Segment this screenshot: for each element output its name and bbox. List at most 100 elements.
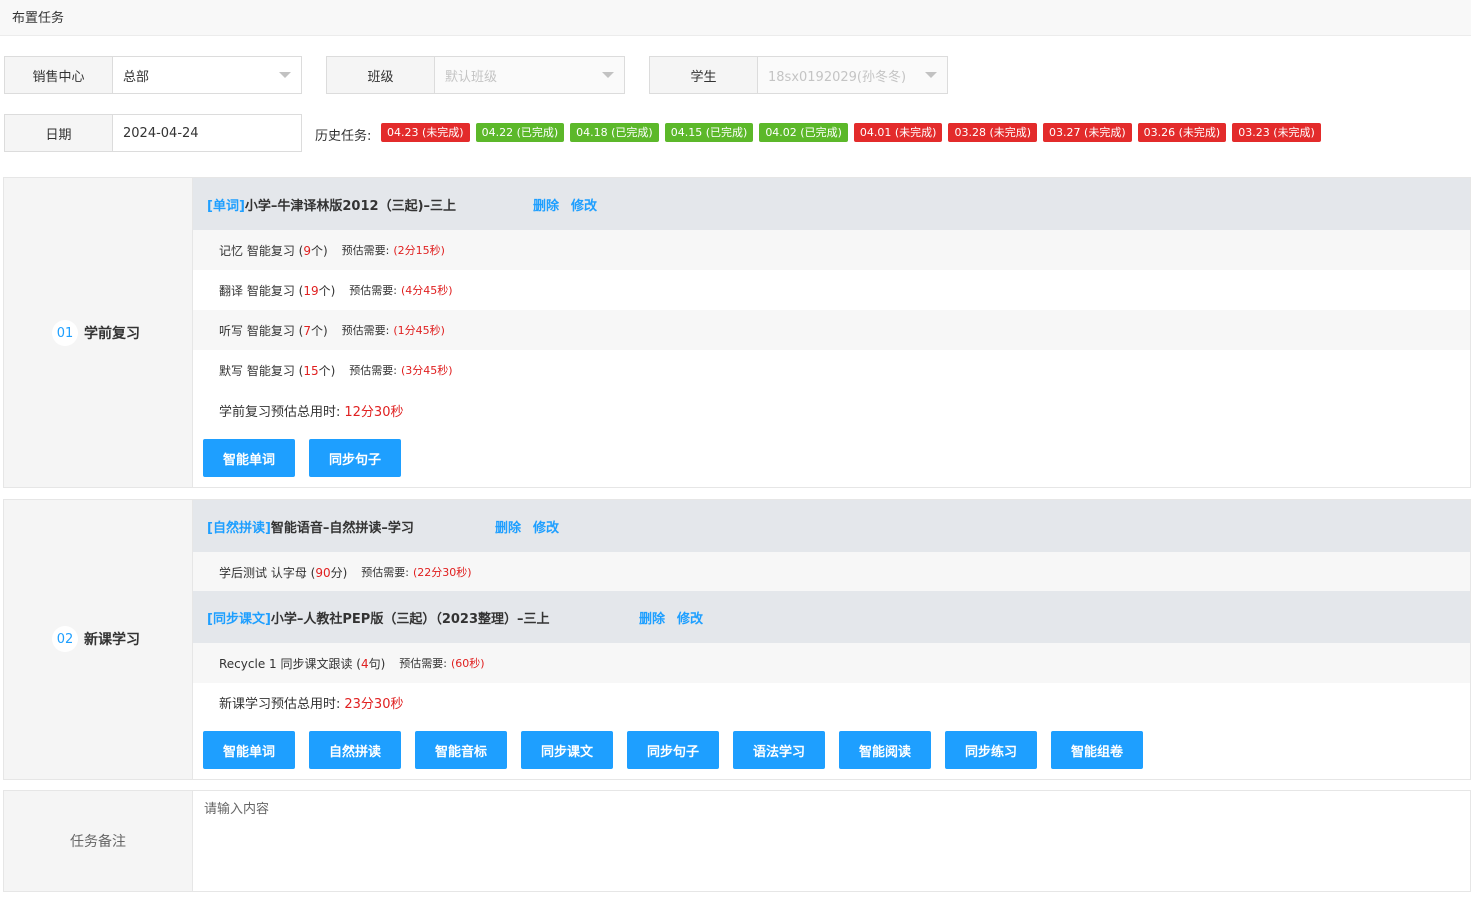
history-tag-list: 04.23 (未完成) 04.22 (已完成) 04.18 (已完成) 04.15 (… [381,123,1321,142]
section-name: 学前复习 [84,326,140,342]
edit-link[interactable]: 修改 [571,195,597,214]
sales-center-value[interactable]: 总部 [113,57,301,93]
task-count: 9 [303,243,311,258]
task-note-input[interactable] [194,791,1470,891]
module-button[interactable]: 智能组卷 [1051,731,1143,769]
total-time-value: 23分30秒 [344,696,404,712]
task-unit: 个) [310,243,328,258]
course-title: [单词]小学–牛津译林版2012（三起)–三上 [207,195,456,214]
class-value-text: 默认班级 [445,69,498,85]
task-text: 翻译 智能复习 ( [219,283,304,298]
date-input[interactable]: 2024-04-24 [113,115,301,151]
estimate-label: 预估需要: [341,324,390,337]
course-tag: [同步课文] [207,611,271,627]
estimate-value: (1分45秒) [393,324,445,337]
task-desc: 学后测试 认字母 (90分) [219,564,347,581]
module-button[interactable]: 语法学习 [733,731,825,769]
history-task-tag[interactable]: 04.23 (未完成) [381,123,470,142]
edit-link[interactable]: 修改 [533,517,559,536]
course-name: 智能语音–自然拼读–学习 [270,520,414,536]
history-task-tag[interactable]: 03.23 (未完成) [1232,123,1321,142]
class-value[interactable]: 默认班级 [435,57,624,93]
history-task-tag[interactable]: 03.26 (未完成) [1137,123,1227,142]
section-side: 02 新课学习 [4,500,193,779]
date-label: 日期 [5,115,113,151]
section-heading: 02 新课学习 [52,626,140,652]
estimate-label: 预估需要: [341,244,390,257]
delete-link[interactable]: 删除 [533,195,559,214]
task-row: 听写 智能复习 (7个) 预估需要: (1分45秒) [193,310,1470,350]
estimate-value: (3分45秒) [401,364,453,377]
estimate-value: (22分30秒) [413,566,472,579]
module-button[interactable]: 同步句子 [309,439,401,477]
estimate-value: (2分15秒) [393,244,445,257]
class-select[interactable]: 班级 默认班级 [326,56,625,94]
task-row: 翻译 智能复习 (19个) 预估需要: (4分45秒) [193,270,1470,310]
module-button-row: 智能单词 自然拼读 智能音标 同步课文 同步句子 语法学习 智能阅读 同步练习 智能组卷 [203,731,1143,769]
section-heading: 01 学前复习 [52,320,140,346]
task-desc: 默写 智能复习 (15个) [219,362,335,379]
task-count: 15 [303,363,319,378]
task-desc: 听写 智能复习 (7个) [219,322,328,339]
student-select[interactable]: 学生 18sx0192029(孙冬冬) [649,56,948,94]
task-unit: 个) [318,283,336,298]
module-button[interactable]: 同步句子 [627,731,719,769]
task-text: Recycle 1 同步课文跟读 ( [219,656,361,671]
course-name: 小学–人教社PEP版（三起）（2023整理）–三上 [270,611,550,627]
history-task-tag[interactable]: 04.15 (已完成) [664,123,754,142]
task-unit: 句) [368,656,386,671]
history-task-tag[interactable]: 04.22 (已完成) [475,123,565,142]
history-task-tag[interactable]: 04.02 (已完成) [759,123,848,142]
task-text: 默写 智能复习 ( [219,363,304,378]
task-row: 学后测试 认字母 (90分) 预估需要: (22分30秒) [193,552,1470,592]
course-tag: [自然拼读] [207,520,271,536]
total-time-row: 学前复习预估总用时: 12分30秒 [193,390,1470,430]
estimate-label: 预估需要: [349,284,397,297]
module-button[interactable]: 同步练习 [945,731,1037,769]
estimate-value: (60秒) [451,657,485,670]
section-number: 01 [52,320,78,346]
sales-center-select[interactable]: 销售中心 总部 [4,56,302,94]
module-button[interactable]: 自然拼读 [309,731,401,769]
student-value[interactable]: 18sx0192029(孙冬冬) [758,57,947,93]
task-row: 记忆 智能复习 (9个) 预估需要: (2分15秒) [193,230,1470,270]
section-side: 01 学前复习 [4,178,193,487]
history-task-tag[interactable]: 04.01 (未完成) [853,123,943,142]
edit-link[interactable]: 修改 [677,608,703,627]
module-button[interactable]: 智能音标 [415,731,507,769]
course-header: [自然拼读]智能语音–自然拼读–学习 删除 修改 [193,500,1470,552]
history-task-tag[interactable]: 03.27 (未完成) [1043,123,1132,142]
delete-link[interactable]: 删除 [639,608,665,627]
history-task-tag[interactable]: 03.28 (未完成) [948,123,1038,142]
task-desc: Recycle 1 同步课文跟读 (4句) [219,655,385,672]
course-tag: [单词] [207,198,245,214]
task-text: 记忆 智能复习 ( [219,243,304,258]
chevron-down-icon [925,72,937,78]
delete-link[interactable]: 删除 [495,517,521,536]
course-name: 小学–牛津译林版2012（三起)–三上 [244,198,457,214]
task-text: 学后测试 认字母 ( [219,565,316,580]
section-new-lesson: 02 新课学习 [自然拼读]智能语音–自然拼读–学习 删除 修改 学后测试 认字… [3,499,1471,780]
task-row: 默写 智能复习 (15个) 预估需要: (3分45秒) [193,350,1470,390]
module-button[interactable]: 同步课文 [521,731,613,769]
task-count: 90 [315,565,331,580]
task-desc: 翻译 智能复习 (19个) [219,282,335,299]
task-text: 听写 智能复习 ( [219,323,304,338]
history-label: 历史任务: [315,129,372,144]
module-button[interactable]: 智能阅读 [839,731,931,769]
estimate-label: 预估需要: [361,566,409,579]
total-time-row: 新课学习预估总用时: 23分30秒 [193,682,1470,722]
task-count: 19 [303,283,319,298]
history-task-tag[interactable]: 04.18 (已完成) [570,123,659,142]
estimate-label: 预估需要: [399,657,448,670]
chevron-down-icon [279,72,291,78]
date-field[interactable]: 日期 2024-04-24 [4,114,302,152]
task-note-label: 任务备注 [4,791,193,891]
estimate-value: (4分45秒) [401,284,453,297]
module-button[interactable]: 智能单词 [203,731,295,769]
section-pre-review: 01 学前复习 [单词]小学–牛津译林版2012（三起)–三上 删除 修改 记忆… [3,177,1471,488]
module-button[interactable]: 智能单词 [203,439,295,477]
course-title: [自然拼读]智能语音–自然拼读–学习 [207,517,414,536]
sales-center-label: 销售中心 [5,57,113,93]
course-header: [单词]小学–牛津译林版2012（三起)–三上 删除 修改 [193,178,1470,230]
